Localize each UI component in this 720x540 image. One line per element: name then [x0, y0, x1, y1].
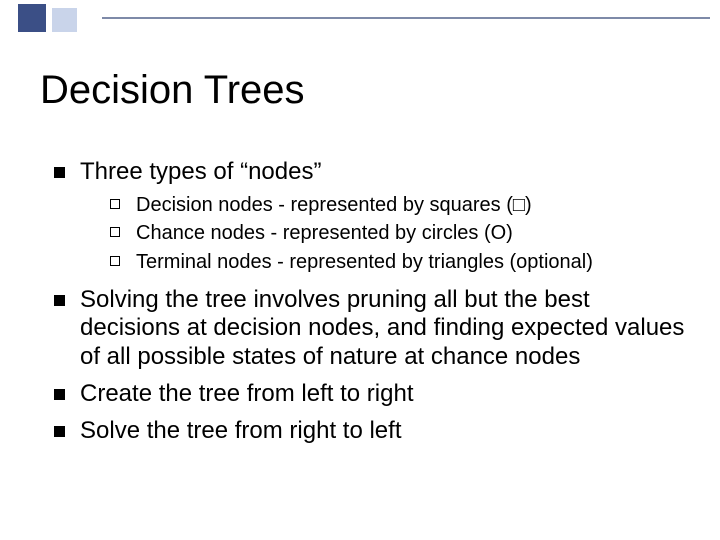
bullet-item: Solving the tree involves pruning all bu… — [52, 286, 686, 372]
sub-bullet-text: Terminal nodes - represented by triangle… — [136, 251, 593, 273]
sub-bullet-item: Terminal nodes - represented by triangle… — [110, 250, 686, 276]
accent-blocks — [0, 0, 102, 34]
slide-title: Decision Trees — [40, 68, 305, 113]
bullet-text: Solve the tree from right to left — [80, 417, 401, 444]
slide-body: Three types of “nodes” Decision nodes - … — [52, 158, 686, 454]
bullet-item: Solve the tree from right to left — [52, 417, 686, 446]
slide: Decision Trees Three types of “nodes” De… — [0, 0, 720, 540]
bullet-text: Three types of “nodes” — [80, 158, 321, 185]
accent-square-light — [52, 8, 77, 32]
sub-bullet-text: Decision nodes - represented by squares … — [136, 194, 532, 216]
bullet-item: Three types of “nodes” Decision nodes - … — [52, 158, 686, 276]
header-accent — [0, 0, 720, 34]
bullet-text: Create the tree from left to right — [80, 380, 413, 407]
bullet-text: Solving the tree involves pruning all bu… — [80, 286, 684, 371]
accent-rule — [102, 0, 720, 34]
sub-bullet-item: Decision nodes - represented by squares … — [110, 193, 686, 219]
bullet-list: Three types of “nodes” Decision nodes - … — [52, 158, 686, 446]
sub-bullet-list: Decision nodes - represented by squares … — [80, 193, 686, 276]
sub-bullet-text: Chance nodes - represented by circles (Ο… — [136, 222, 513, 244]
bullet-item: Create the tree from left to right — [52, 380, 686, 409]
accent-square-dark — [18, 4, 46, 32]
sub-bullet-item: Chance nodes - represented by circles (Ο… — [110, 221, 686, 247]
